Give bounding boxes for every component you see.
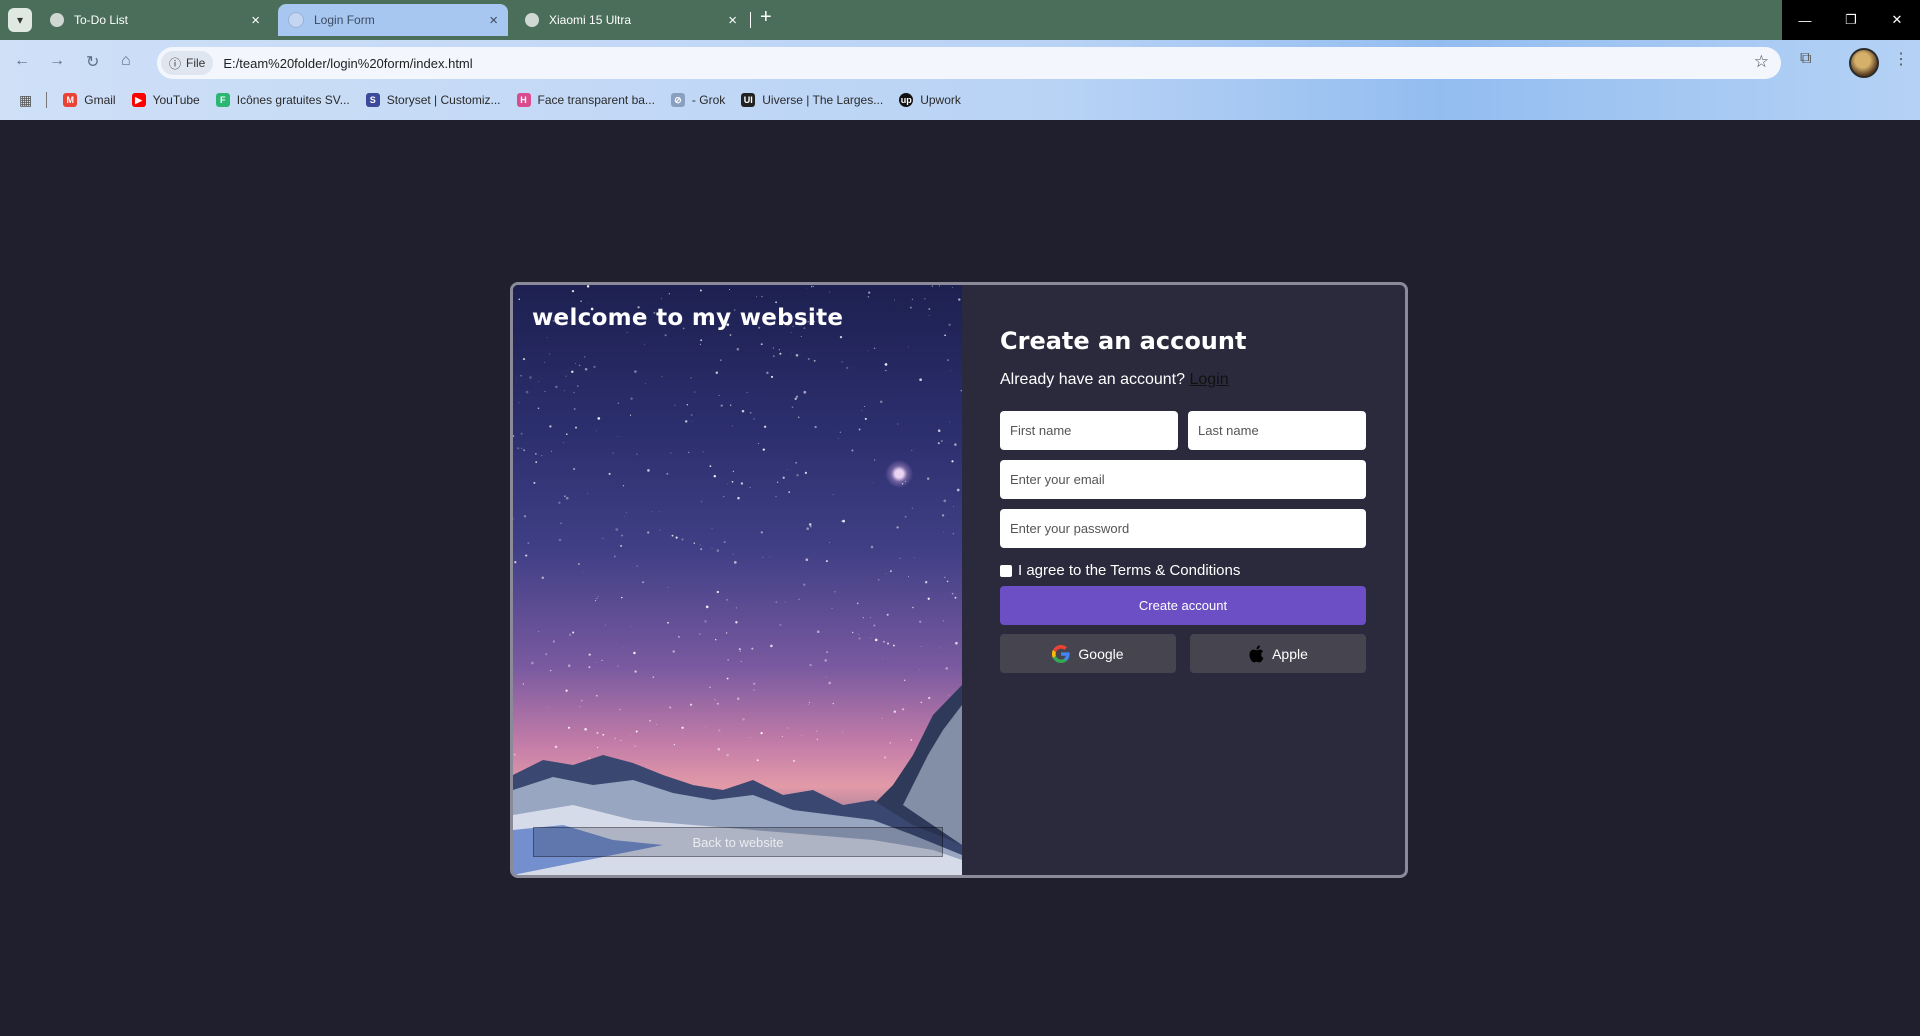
bookmark-label: YouTube: [152, 93, 200, 107]
info-icon: ⓘ: [169, 56, 182, 71]
bookmark-grok[interactable]: ⊘ - Grok: [670, 93, 726, 107]
have-account-text: Already have an account? Login: [1000, 371, 1229, 389]
terms-checkbox[interactable]: [1000, 564, 1012, 577]
form-title: Create an account: [1000, 327, 1247, 355]
browser-toolbar: ← → ↻ ⌂ ⓘ File E:/team%20folder/login%20…: [0, 40, 1920, 120]
apple-signin-button[interactable]: Apple: [1190, 634, 1366, 673]
globe-icon: [288, 12, 304, 28]
uiverse-icon: UI: [741, 93, 756, 107]
apps-grid-icon[interactable]: ▦: [19, 92, 32, 109]
apple-icon: [1248, 644, 1264, 663]
close-icon[interactable]: ×: [728, 12, 737, 29]
bookmark-label: Uiverse | The Larges...: [762, 93, 884, 107]
upwork-icon: up: [899, 93, 914, 107]
create-account-button[interactable]: Create account: [1000, 586, 1366, 625]
close-window-icon[interactable]: ✕: [1874, 0, 1920, 40]
bookmark-gmail[interactable]: M Gmail: [63, 93, 116, 107]
youtube-icon: ▶: [131, 93, 146, 107]
back-to-website-button[interactable]: Back to website: [533, 827, 943, 857]
forward-arrow-icon[interactable]: →: [49, 52, 65, 70]
signup-card: welcome to my website Back to website Cr…: [510, 282, 1408, 878]
email-input[interactable]: [1000, 460, 1366, 499]
storyset-icon: S: [365, 93, 380, 107]
flaticon-icon: F: [215, 93, 230, 107]
address-bar[interactable]: ⓘ File E:/team%20folder/login%20form/ind…: [157, 47, 1781, 79]
tab-title: Xiaomi 15 Ultra: [549, 13, 632, 27]
url-text[interactable]: E:/team%20folder/login%20form/index.html: [223, 56, 472, 71]
window-controls: — ❐ ✕: [1782, 0, 1920, 40]
tab-title: To-Do List: [74, 13, 129, 27]
page-viewport: welcome to my website Back to website Cr…: [0, 120, 1920, 1036]
back-arrow-icon[interactable]: ←: [14, 52, 30, 70]
password-input[interactable]: [1000, 509, 1366, 548]
gmail-icon: M: [63, 93, 78, 107]
globe-icon: [50, 13, 64, 27]
profile-avatar[interactable]: [1849, 48, 1879, 78]
tab-title: Login Form: [314, 13, 375, 27]
new-tab-button[interactable]: +: [760, 6, 772, 29]
hero-title: welcome to my website: [532, 305, 844, 331]
reload-icon[interactable]: ↻: [86, 52, 99, 72]
terms-row: I agree to the Terms & Conditions: [1000, 562, 1240, 579]
grok-icon: ⊘: [670, 93, 685, 107]
tab-xiaomi[interactable]: Xiaomi 15 Ultra ×: [515, 4, 747, 36]
browser-tab-bar: ▾ To-Do List × Login Form × Xiaomi 15 Ul…: [0, 0, 1920, 40]
home-icon[interactable]: ⌂: [121, 52, 131, 70]
bookmark-flaticon[interactable]: F Icônes gratuites SV...: [215, 93, 350, 107]
first-name-input[interactable]: [1000, 411, 1178, 450]
site-info-chip[interactable]: ⓘ File: [161, 51, 214, 75]
bookmark-youtube[interactable]: ▶ YouTube: [131, 93, 200, 107]
close-icon[interactable]: ×: [251, 12, 260, 29]
bookmark-label: - Grok: [691, 93, 726, 107]
google-icon: [1052, 644, 1071, 663]
bookmarks-bar: ▦ M Gmail ▶ YouTube F Icônes gratuites S…: [0, 88, 977, 112]
bookmark-label: Face transparent ba...: [537, 93, 655, 107]
bookmark-upwork[interactable]: up Upwork: [899, 93, 961, 107]
close-icon[interactable]: ×: [489, 12, 498, 29]
starry-mountain-image: [513, 285, 962, 875]
google-signin-button[interactable]: Google: [1000, 634, 1176, 673]
apple-label: Apple: [1272, 645, 1308, 662]
face-icon: H: [516, 93, 531, 107]
tab-search-button[interactable]: ▾: [8, 8, 32, 32]
chevron-down-icon: ▾: [16, 13, 24, 27]
terms-label: I agree to the Terms & Conditions: [1018, 562, 1241, 579]
restore-icon[interactable]: ❐: [1828, 0, 1874, 40]
bookmark-divider: [46, 92, 48, 108]
star-icon[interactable]: ☆: [1754, 52, 1769, 72]
bookmark-label: Icônes gratuites SV...: [236, 93, 350, 107]
globe-icon: [525, 13, 539, 27]
bookmark-face[interactable]: H Face transparent ba...: [516, 93, 655, 107]
tab-login-form[interactable]: Login Form ×: [278, 4, 508, 36]
login-link[interactable]: Login: [1189, 371, 1228, 388]
scheme-label: File: [186, 56, 206, 70]
hero-panel: welcome to my website Back to website: [513, 285, 962, 875]
bookmark-uiverse[interactable]: UI Uiverse | The Larges...: [741, 93, 883, 107]
minimize-icon[interactable]: —: [1782, 0, 1828, 40]
bookmark-storyset[interactable]: S Storyset | Customiz...: [365, 93, 501, 107]
have-account-label: Already have an account?: [1000, 371, 1186, 388]
more-menu-icon[interactable]: ⋮: [1893, 49, 1909, 69]
extensions-icon[interactable]: ⧉: [1800, 50, 1811, 68]
google-label: Google: [1078, 645, 1124, 662]
bookmark-label: Upwork: [920, 93, 961, 107]
bookmark-label: Gmail: [84, 93, 116, 107]
tab-divider: [750, 12, 751, 28]
bookmark-label: Storyset | Customiz...: [386, 93, 501, 107]
last-name-input[interactable]: [1188, 411, 1366, 450]
tab-todo-list[interactable]: To-Do List ×: [40, 4, 270, 36]
